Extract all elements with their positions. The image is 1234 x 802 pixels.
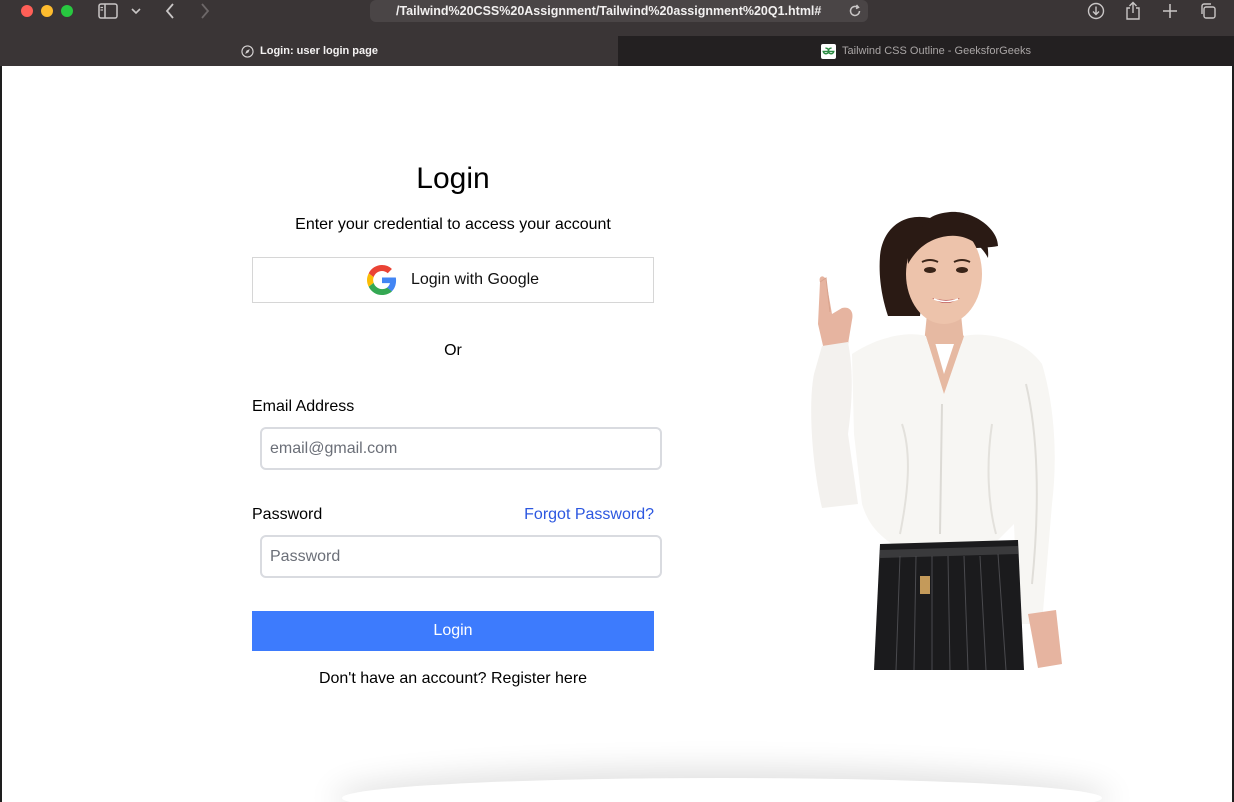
geeksforgeeks-icon xyxy=(821,43,837,59)
google-icon xyxy=(366,265,397,295)
email-input[interactable] xyxy=(260,427,662,470)
address-bar[interactable]: /Tailwind%20CSS%20Assignment/Tailwind%20… xyxy=(370,0,868,22)
page-viewport: Login Enter your credential to access yo… xyxy=(2,66,1232,802)
tab-label: Tailwind CSS Outline - GeeksforGeeks xyxy=(842,45,1031,57)
share-icon[interactable] xyxy=(1123,0,1143,22)
register-prompt[interactable]: Don't have an account? Register here xyxy=(252,670,654,688)
tab-label: Login: user login page xyxy=(260,45,378,57)
login-button[interactable]: Login xyxy=(252,611,654,651)
maximize-window-button[interactable] xyxy=(61,5,73,17)
page-title: Login xyxy=(416,162,490,195)
sidebar-icon[interactable] xyxy=(97,0,119,22)
chevron-down-icon[interactable] xyxy=(128,0,144,22)
plus-icon[interactable] xyxy=(1160,0,1180,22)
compass-icon xyxy=(240,44,254,58)
close-window-button[interactable] xyxy=(21,5,33,17)
back-arrow-icon[interactable] xyxy=(160,0,180,22)
tabs-overview-icon[interactable] xyxy=(1198,0,1218,22)
woman-pointing-illustration xyxy=(811,211,1062,670)
separator-text: Or xyxy=(444,342,462,359)
download-icon[interactable] xyxy=(1086,0,1106,22)
browser-toolbar: /Tailwind%20CSS%20Assignment/Tailwind%20… xyxy=(0,0,1234,36)
minimize-window-button[interactable] xyxy=(41,5,53,17)
email-label: Email Address xyxy=(252,398,355,415)
subtitle: Enter your credential to access your acc… xyxy=(295,216,611,233)
password-label: Password xyxy=(252,506,323,523)
forward-arrow-icon[interactable] xyxy=(195,0,215,22)
tab-bar: Login: user login page Tailwind CSS Outl… xyxy=(0,36,1234,66)
tab-geeksforgeeks[interactable]: Tailwind CSS Outline - GeeksforGeeks xyxy=(618,36,1234,66)
tab-login[interactable]: Login: user login page xyxy=(0,36,618,66)
forgot-password-link[interactable]: Forgot Password? xyxy=(524,506,654,524)
login-with-google-button[interactable]: Login with Google xyxy=(252,257,654,303)
reload-icon[interactable] xyxy=(847,3,863,19)
password-input[interactable] xyxy=(260,535,662,578)
url-text[interactable]: /Tailwind%20CSS%20Assignment/Tailwind%20… xyxy=(396,4,836,18)
google-button-label: Login with Google xyxy=(410,271,540,288)
decorative-shadow xyxy=(342,778,1102,802)
